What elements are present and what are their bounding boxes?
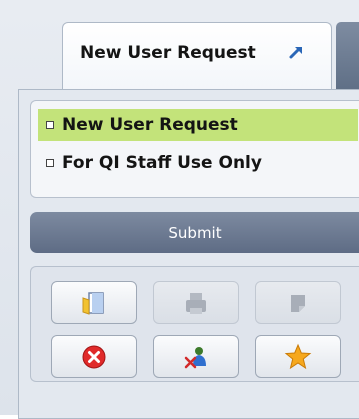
tools-icon	[184, 346, 206, 368]
list-item-label: For QI Staff Use Only	[62, 153, 262, 173]
note-button[interactable]	[255, 281, 341, 324]
bullet-icon	[46, 159, 54, 167]
close-icon	[82, 345, 106, 368]
app-frame: New User Request New User Request For QI…	[0, 0, 359, 419]
close-button[interactable]	[51, 335, 137, 378]
toolbar-panel	[30, 266, 359, 382]
bullet-icon	[46, 121, 54, 129]
favorite-star-icon	[284, 343, 312, 369]
list-item-new-user-request[interactable]: New User Request	[38, 109, 358, 141]
list-item-label: New User Request	[62, 115, 238, 135]
print-button[interactable]	[153, 281, 239, 324]
submit-label: Submit	[168, 223, 222, 242]
tab-next[interactable]	[336, 22, 359, 90]
list-item-qi-staff[interactable]: For QI Staff Use Only	[38, 147, 358, 179]
tools-button[interactable]	[153, 335, 239, 378]
external-link-icon[interactable]	[287, 44, 305, 62]
note-icon	[291, 294, 305, 312]
submit-button[interactable]: Submit	[30, 212, 359, 253]
new-document-icon	[82, 291, 104, 315]
form-list: New User Request For QI Staff Use Only	[30, 100, 359, 198]
tab-label: New User Request	[80, 43, 256, 63]
new-document-button[interactable]	[51, 281, 137, 324]
print-icon	[186, 292, 206, 314]
favorite-button[interactable]	[255, 335, 341, 378]
tab-new-user-request[interactable]: New User Request	[62, 22, 332, 90]
